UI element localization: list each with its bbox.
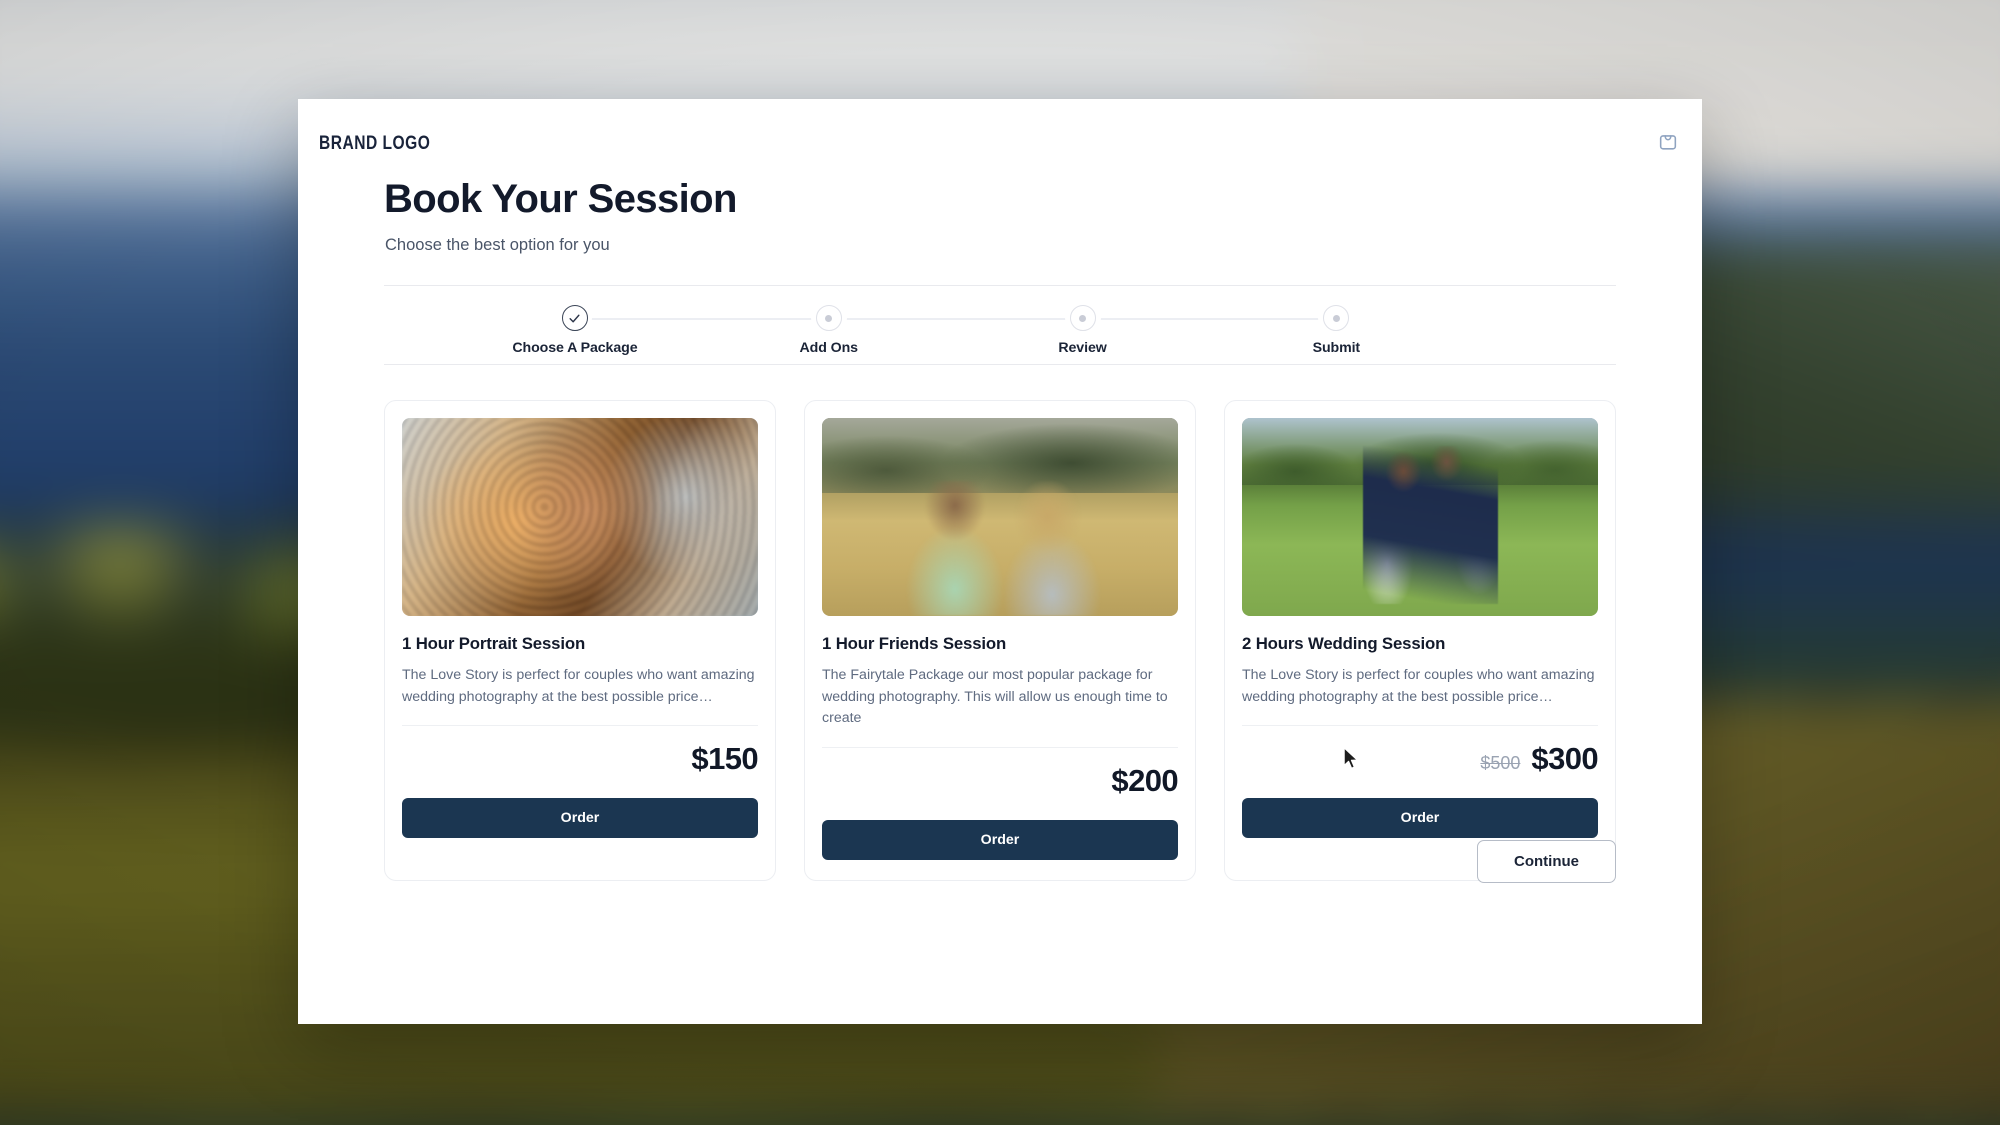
step-label: Submit (1312, 340, 1361, 356)
wedding-couple-photo (1242, 418, 1598, 616)
package-card[interactable]: 1 Hour Friends Session The Fairytale Pac… (804, 400, 1196, 882)
step-label: Review (1058, 340, 1107, 356)
divider-top (384, 285, 1616, 286)
step-connector-3 (1082, 318, 1337, 320)
dot-icon (815, 305, 842, 331)
package-title: 2 Hours Wedding Session (1242, 634, 1446, 653)
portrait-photo (402, 418, 758, 616)
page-title: Book Your Session (384, 177, 737, 221)
package-title: 1 Hour Portrait Session (402, 634, 586, 653)
modal-header: BRAND LOGO (298, 99, 1702, 185)
step-connector-2 (828, 318, 1083, 320)
step-connector-1 (574, 318, 829, 320)
step-choose-a-package[interactable]: Choose A Package (475, 297, 675, 356)
card-divider (402, 725, 758, 727)
price: $200 (1111, 763, 1178, 799)
friends-field-photo (822, 418, 1178, 616)
order-button[interactable]: Order (822, 820, 1178, 861)
divider-bottom (384, 364, 1616, 365)
step-add-ons[interactable]: Add Ons (729, 297, 929, 356)
check-icon (561, 305, 588, 331)
price: $150 (691, 741, 758, 777)
step-label: Add Ons (799, 340, 859, 356)
brand-logo: BRAND LOGO (319, 133, 431, 154)
order-button[interactable]: Order (402, 798, 758, 839)
package-description: The Fairytale Package our most popular p… (822, 667, 1168, 727)
shopping-bag-icon[interactable] (1654, 127, 1682, 155)
step-review[interactable]: Review (983, 297, 1183, 356)
package-card[interactable]: 1 Hour Portrait Session The Love Story i… (384, 400, 776, 882)
dot-icon (1323, 305, 1350, 331)
card-divider (822, 747, 1178, 749)
page-subtitle: Choose the best option for you (385, 236, 610, 254)
continue-button[interactable]: Continue (1477, 840, 1616, 883)
progress-stepper: Choose A Package Add Ons Review Submit (384, 297, 1616, 365)
package-image (822, 418, 1178, 616)
package-description: The Love Story is perfect for couples wh… (1242, 667, 1595, 705)
price-row: $200 (822, 763, 1178, 803)
package-title: 1 Hour Friends Session (822, 634, 1007, 653)
package-image (402, 418, 758, 616)
order-button[interactable]: Order (1242, 798, 1598, 839)
package-image (1242, 418, 1598, 616)
old-price: $500 (1480, 753, 1521, 774)
package-description: The Love Story is perfect for couples wh… (402, 667, 755, 705)
price-row: $500 $300 (1242, 741, 1598, 781)
booking-modal: BRAND LOGO Book Your Session Choose the … (298, 99, 1702, 1024)
step-submit[interactable]: Submit (1236, 297, 1436, 356)
price: $300 (1531, 741, 1598, 777)
price-row: $150 (402, 741, 758, 781)
card-divider (1242, 725, 1598, 727)
package-card[interactable]: 2 Hours Wedding Session The Love Story i… (1224, 400, 1616, 882)
package-card-list: 1 Hour Portrait Session The Love Story i… (384, 400, 1616, 882)
dot-icon (1069, 305, 1096, 331)
step-label: Choose A Package (512, 340, 638, 356)
